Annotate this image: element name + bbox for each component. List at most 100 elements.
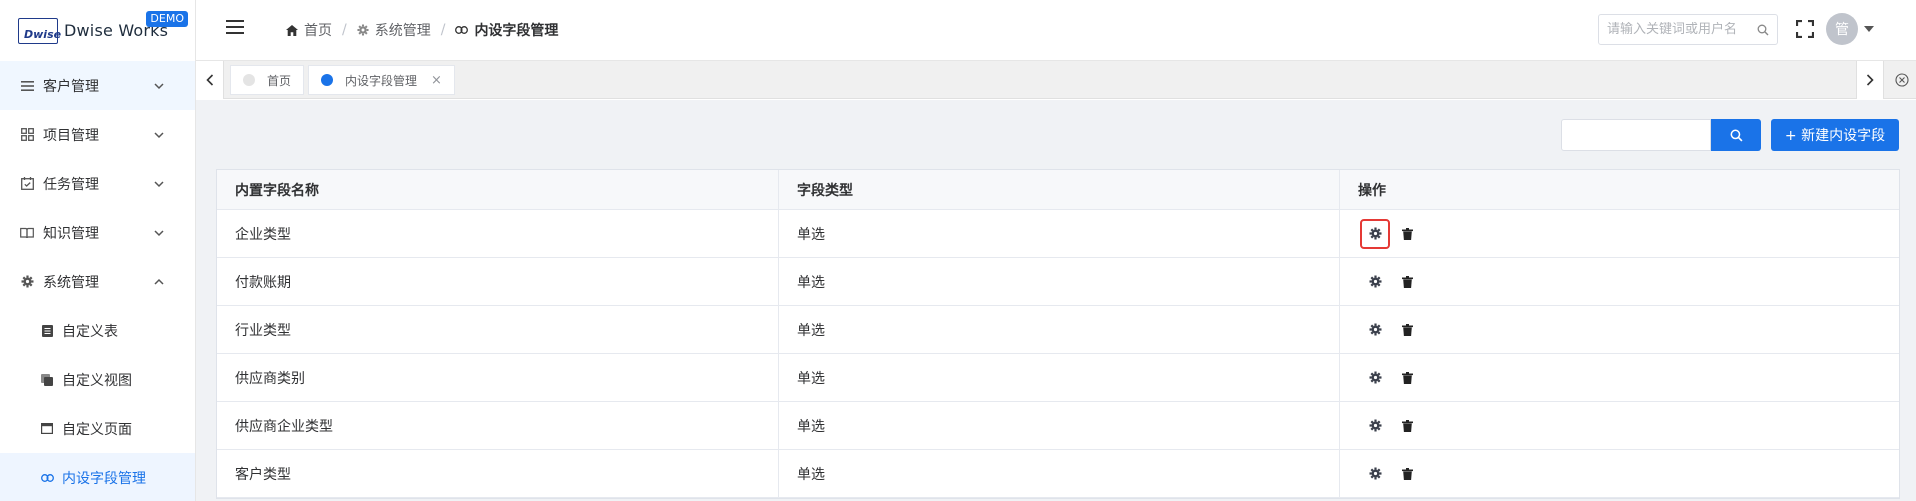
- field-type-cell: 单选: [779, 450, 1340, 497]
- sidebar-subitem-custom-page[interactable]: 自定义页面: [0, 404, 195, 453]
- actions-cell: [1340, 306, 1899, 353]
- breadcrumb-current: 内设字段管理: [455, 20, 558, 40]
- search-icon[interactable]: [1757, 24, 1769, 36]
- fields-table: 内置字段名称 字段类型 操作 企业类型 单选 付款账期 单选 行业类型 单选 供应商类别 单选…: [216, 169, 1900, 499]
- table-row: 企业类型 单选: [217, 210, 1899, 258]
- settings-gear-icon[interactable]: [1360, 459, 1390, 489]
- column-header: 操作: [1358, 182, 1386, 199]
- field-name-cell: 供应商企业类型: [217, 402, 779, 449]
- home-icon: [286, 24, 298, 36]
- tabs-scroll-left-button[interactable]: [196, 61, 224, 99]
- delete-trash-icon[interactable]: [1392, 459, 1422, 489]
- settings-gear-icon[interactable]: [1360, 218, 1390, 249]
- logo-mark: Dwise: [18, 17, 61, 44]
- sidebar-item-projects[interactable]: 项目管理: [0, 110, 195, 159]
- sidebar-subitem-label: 自定义视图: [62, 372, 132, 389]
- delete-trash-icon[interactable]: [1392, 315, 1422, 345]
- table-row: 客户类型 单选: [217, 450, 1899, 498]
- tab-home[interactable]: 首页: [230, 65, 305, 95]
- chevron-left-icon: [205, 74, 213, 86]
- delete-trash-icon[interactable]: [1392, 267, 1422, 297]
- sidebar-item-label: 任务管理: [43, 176, 99, 193]
- layers-icon: [40, 373, 54, 387]
- table-row: 行业类型 单选: [217, 306, 1899, 354]
- field-type-cell: 单选: [779, 258, 1340, 305]
- settings-gear-icon[interactable]: [1360, 363, 1390, 393]
- circle-close-icon: [1895, 73, 1909, 87]
- close-icon[interactable]: ×: [431, 73, 442, 88]
- sidebar-subitem-builtin-fields[interactable]: 内设字段管理: [0, 453, 195, 501]
- caret-down-icon[interactable]: [1864, 26, 1874, 32]
- field-name-cell: 客户类型: [217, 450, 779, 497]
- logo[interactable]: Dwise Dwise Works DEMO: [0, 0, 195, 61]
- search-icon: [1730, 129, 1742, 141]
- table-doc-icon: [40, 324, 54, 338]
- avatar[interactable]: 管: [1826, 13, 1858, 45]
- actions-cell: [1340, 450, 1899, 497]
- sidebar-item-customers[interactable]: 客户管理: [0, 61, 195, 110]
- sidebar-subitem-label: 自定义表: [62, 323, 118, 340]
- tab-label: 首页: [267, 73, 292, 88]
- link-icon: [40, 471, 54, 485]
- sidebar-subitem-custom-table[interactable]: 自定义表: [0, 306, 195, 355]
- delete-trash-icon[interactable]: [1392, 363, 1422, 393]
- gear-icon: [20, 275, 34, 289]
- table-row: 供应商类别 单选: [217, 354, 1899, 402]
- field-name-cell: 供应商类别: [217, 354, 779, 401]
- field-name-cell: 付款账期: [217, 258, 779, 305]
- tab-label: 内设字段管理: [345, 73, 418, 88]
- breadcrumb-system[interactable]: 系统管理: [357, 20, 431, 40]
- table-header-row: 内置字段名称 字段类型 操作: [217, 170, 1899, 210]
- close-all-tabs-button[interactable]: [1888, 61, 1916, 99]
- sidebar-item-label: 系统管理: [43, 274, 99, 291]
- sidebar-subitem-custom-view[interactable]: 自定义视图: [0, 355, 195, 404]
- sidebar-item-system[interactable]: 系统管理: [0, 257, 195, 306]
- tab-status-dot: [243, 74, 255, 86]
- chevron-down-icon: [154, 180, 164, 187]
- field-type-cell: 单选: [779, 402, 1340, 449]
- header-search-box: [1598, 14, 1778, 45]
- sidebar-subitem-label: 内设字段管理: [62, 470, 146, 487]
- settings-gear-icon[interactable]: [1360, 267, 1390, 297]
- sidebar-item-label: 项目管理: [43, 127, 99, 144]
- field-type-cell: 单选: [779, 210, 1340, 257]
- actions-cell: [1340, 210, 1899, 257]
- delete-trash-icon[interactable]: [1392, 411, 1422, 441]
- breadcrumb-home[interactable]: 首页: [286, 20, 332, 40]
- chevron-down-icon: [154, 229, 164, 236]
- sidebar-item-label: 知识管理: [43, 225, 99, 242]
- new-builtin-field-button[interactable]: + 新建内设字段: [1771, 119, 1899, 151]
- breadcrumb-separator: /: [342, 22, 347, 38]
- delete-trash-icon[interactable]: [1392, 219, 1422, 249]
- demo-badge: DEMO: [146, 11, 188, 27]
- main-content: + 新建内设字段 内置字段名称 字段类型 操作 企业类型 单选 付款账期 单选 行业类型…: [196, 100, 1916, 501]
- grid-icon: [20, 128, 34, 142]
- field-name-cell: 企业类型: [217, 210, 779, 257]
- settings-gear-icon[interactable]: [1360, 315, 1390, 345]
- fullscreen-icon[interactable]: [1796, 20, 1814, 38]
- breadcrumb: 首页 / 系统管理 / 内设字段管理: [286, 20, 558, 40]
- tab-builtin-fields[interactable]: 内设字段管理 ×: [308, 65, 455, 95]
- table-row: 供应商企业类型 单选: [217, 402, 1899, 450]
- sidebar-item-tasks[interactable]: 任务管理: [0, 159, 195, 208]
- list-icon: [20, 79, 34, 93]
- hamburger-menu-icon[interactable]: [226, 20, 244, 34]
- link-icon: [455, 26, 469, 34]
- sidebar-item-knowledge[interactable]: 知识管理: [0, 208, 195, 257]
- settings-gear-icon[interactable]: [1360, 411, 1390, 441]
- book-icon: [20, 226, 34, 240]
- field-type-cell: 单选: [779, 306, 1340, 353]
- chevron-right-icon: [1866, 74, 1874, 86]
- chevron-up-icon: [154, 278, 164, 285]
- sidebar: Dwise Dwise Works DEMO 客户管理 项目管理 任务管理 知识…: [0, 0, 196, 501]
- header-search-input[interactable]: [1607, 22, 1747, 37]
- top-header: 首页 / 系统管理 / 内设字段管理 管: [196, 0, 1916, 61]
- column-header: 字段类型: [779, 170, 1340, 209]
- column-header: 内置字段名称: [217, 170, 779, 209]
- calendar-check-icon: [20, 177, 34, 191]
- field-name-cell: 行业类型: [217, 306, 779, 353]
- tabs-scroll-right-button[interactable]: [1856, 61, 1884, 99]
- table-search-button[interactable]: [1711, 119, 1761, 151]
- table-search-input[interactable]: [1561, 119, 1711, 151]
- actions-cell: [1340, 258, 1899, 305]
